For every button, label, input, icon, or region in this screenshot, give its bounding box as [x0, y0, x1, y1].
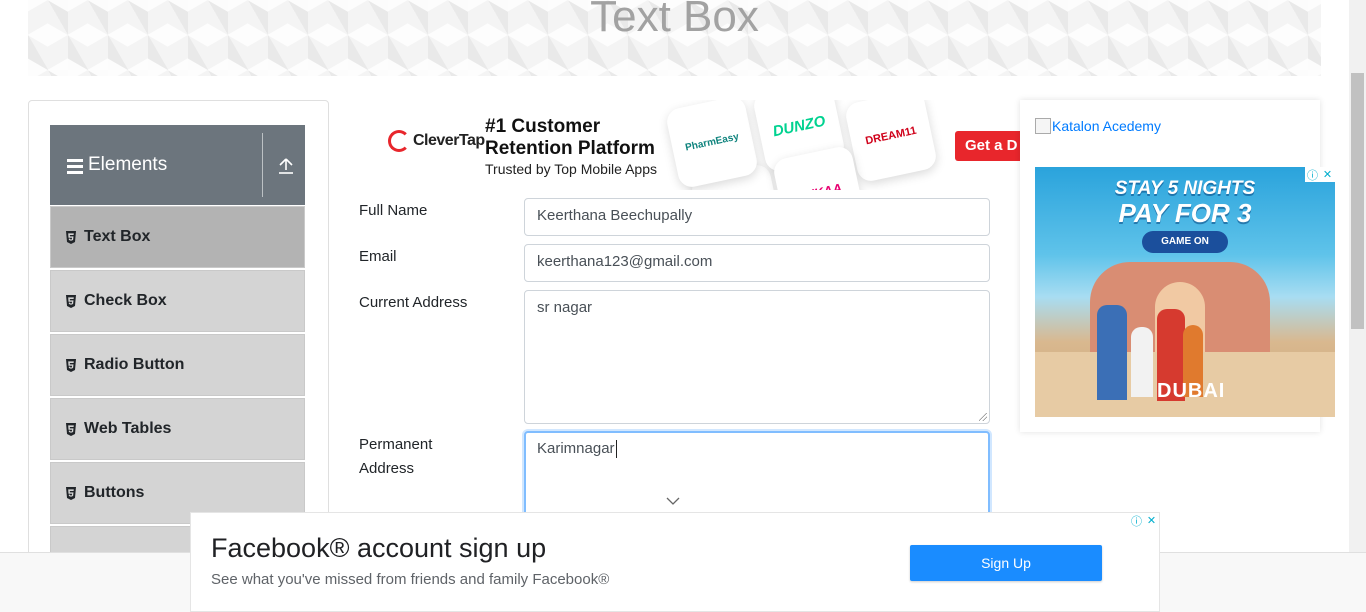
email-label: Email: [359, 248, 397, 265]
dream11-tile: DREAM11: [843, 100, 939, 184]
broken-image-icon: [1035, 118, 1051, 134]
ad-cta-button[interactable]: Get a D: [955, 131, 1021, 161]
ad-choices[interactable]: ⓘ ✕: [1305, 167, 1335, 182]
html5-icon: [66, 486, 76, 500]
page-scrollbar[interactable]: [1349, 0, 1366, 553]
sidebar-item-label: Radio Button: [84, 356, 185, 373]
chevron-down-icon[interactable]: [666, 496, 680, 506]
group-divider: [262, 133, 263, 197]
page: Text Box Elements Text Box Check Box Rad…: [0, 0, 1366, 612]
text-caret: [615, 440, 617, 459]
dubai-headline: STAY 5 NIGHTS PAY FOR 3: [1114, 178, 1256, 228]
close-icon[interactable]: ✕: [1144, 513, 1159, 528]
html5-icon: [66, 422, 76, 436]
elements-group-label: Elements: [88, 154, 168, 175]
resize-grip-icon[interactable]: [979, 413, 987, 421]
sidebar-item-label: Check Box: [84, 292, 167, 309]
person-figure: [1131, 327, 1153, 397]
header-banner: Text Box: [28, 0, 1321, 76]
sidebar-item-label: Buttons: [84, 484, 145, 501]
person-figure: [1097, 305, 1127, 400]
page-title: Text Box: [590, 0, 759, 41]
email-input[interactable]: keerthana123@gmail.com: [524, 244, 990, 282]
elements-group-header[interactable]: Elements: [50, 125, 305, 205]
close-icon[interactable]: ✕: [1320, 167, 1335, 182]
katalon-link[interactable]: Katalon Acedemy: [1035, 118, 1161, 134]
sign-up-button[interactable]: Sign Up: [910, 545, 1102, 581]
permanent-address-label: Permanent Address: [359, 436, 433, 477]
current-address-label: Current Address: [359, 294, 468, 311]
hamburger-icon: [67, 159, 83, 177]
permanent-address-textarea[interactable]: Karimnagar: [524, 431, 990, 521]
html5-icon: [66, 230, 76, 244]
side-ad: Katalon Acedemy STAY 5 NIGHTS PAY FOR 3 …: [1020, 100, 1335, 432]
clevertap-logo: CleverTap: [388, 130, 485, 152]
sidebar: Elements Text Box Check Box Radio Button: [28, 100, 329, 570]
html5-icon: [66, 294, 76, 308]
full-name-input[interactable]: Keerthana Beechupally: [524, 198, 990, 236]
ad-subline: Trusted by Top Mobile Apps: [485, 161, 657, 177]
facebook-ad[interactable]: Facebook® account sign up See what you'v…: [190, 512, 1160, 612]
sidebar-item-label: Web Tables: [84, 420, 172, 437]
sidebar-item-text-box[interactable]: Text Box: [50, 206, 305, 268]
sidebar-item-label: Text Box: [84, 228, 151, 245]
current-address-textarea[interactable]: sr nagar: [524, 290, 990, 424]
ad-headline: #1 Customer Retention Platform: [485, 116, 655, 159]
info-icon[interactable]: ⓘ: [1305, 167, 1320, 182]
sidebar-item-radio-button[interactable]: Radio Button: [50, 334, 305, 396]
dubai-ad[interactable]: STAY 5 NIGHTS PAY FOR 3 GAME ON DUBAI ⓘ …: [1035, 167, 1335, 417]
scrollbar-thumb[interactable]: [1351, 73, 1364, 329]
clevertap-ad-banner[interactable]: CleverTap #1 Customer Retention Platform…: [359, 100, 1021, 190]
dubai-logo: DUBAI: [1157, 380, 1226, 402]
ad-choices[interactable]: ⓘ ✕: [1129, 513, 1159, 528]
html5-icon: [66, 358, 76, 372]
sidebar-item-web-tables[interactable]: Web Tables: [50, 398, 305, 460]
info-icon[interactable]: ⓘ: [1129, 513, 1144, 528]
fb-ad-title[interactable]: Facebook® account sign up: [211, 533, 546, 564]
fb-ad-description: See what you've missed from friends and …: [211, 571, 610, 588]
sidebar-item-check-box[interactable]: Check Box: [50, 270, 305, 332]
game-on-button[interactable]: GAME ON: [1142, 231, 1228, 253]
upload-arrow-icon[interactable]: [275, 155, 297, 177]
full-name-label: Full Name: [359, 202, 428, 219]
